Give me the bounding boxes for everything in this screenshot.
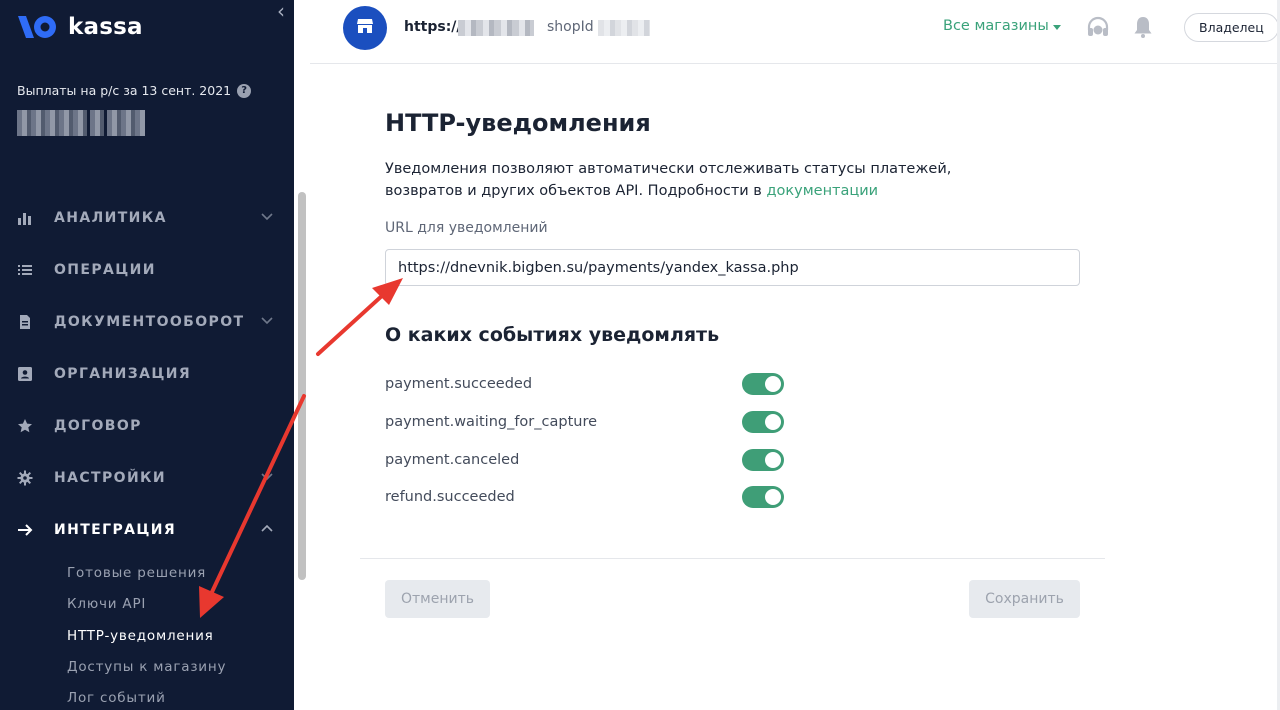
star-icon xyxy=(16,417,34,435)
payout-value-redacted xyxy=(17,110,145,136)
event-label: payment.waiting_for_capture xyxy=(385,414,598,430)
form-divider xyxy=(360,558,1105,559)
sidebar-item-label: ИНТЕГРАЦИЯ xyxy=(54,522,177,538)
bar-chart-icon xyxy=(16,209,34,227)
sidebar: kassa ‹ Выплаты на р/с за 13 сент. 2021 … xyxy=(0,0,310,710)
gear-icon xyxy=(16,469,34,487)
event-toggle[interactable] xyxy=(742,449,784,471)
payout-label: Выплаты на р/с за 13 сент. 2021 ? xyxy=(17,83,252,98)
sidebar-item-label: НАСТРОЙКИ xyxy=(54,470,167,486)
chevron-down-icon[interactable] xyxy=(260,209,274,223)
help-icon[interactable]: ? xyxy=(237,83,252,98)
sidebar-scrollbar-thumb[interactable] xyxy=(298,192,306,580)
sidebar-nav: АНАЛИТИКА ОПЕРАЦИИ ДОКУМЕНТООБОРОТ ОРГАН… xyxy=(0,192,294,556)
main-content: HTTP-уведомления Уведомления позволяют а… xyxy=(310,64,1277,710)
cancel-button[interactable]: Отменить xyxy=(385,580,490,618)
sidebar-item-label: ОПЕРАЦИИ xyxy=(54,262,156,278)
sidebar-item-label: ДОКУМЕНТООБОРОТ xyxy=(54,314,245,330)
role-owner-button[interactable]: Владелец xyxy=(1184,13,1279,42)
store-icon xyxy=(355,16,375,40)
sidebar-item-label: АНАЛИТИКА xyxy=(54,210,167,226)
arrow-right-icon xyxy=(16,521,34,539)
logo[interactable]: kassa xyxy=(16,12,143,42)
event-row-payment-canceled: payment.canceled xyxy=(385,448,785,472)
integration-subnav: Готовые решения Ключи API HTTP-уведомлен… xyxy=(67,558,226,710)
caret-down-icon xyxy=(1052,24,1061,30)
payout-label-text: Выплаты на р/с за 13 сент. 2021 xyxy=(17,83,232,98)
sidebar-item-label: ОРГАНИЗАЦИЯ xyxy=(54,366,192,382)
page-title: HTTP-уведомления xyxy=(385,109,651,137)
subnav-item-api-keys[interactable]: Ключи API xyxy=(67,589,226,620)
document-icon xyxy=(16,313,34,331)
events-section-title: О каких событиях уведомлять xyxy=(385,324,720,346)
event-toggle[interactable] xyxy=(742,411,784,433)
page-description: Уведомления позволяют автоматически отсл… xyxy=(385,158,1025,202)
stores-dropdown-label: Все магазины xyxy=(943,18,1049,34)
shop-url: https:// xyxy=(404,19,462,35)
sidebar-item-integration[interactable]: ИНТЕГРАЦИЯ xyxy=(0,504,294,556)
event-row-payment-waiting-for-capture: payment.waiting_for_capture xyxy=(385,410,785,434)
support-headset-icon[interactable] xyxy=(1085,15,1111,41)
url-field-label: URL для уведомлений xyxy=(385,220,548,236)
event-label: payment.succeeded xyxy=(385,376,533,392)
logo-text: kassa xyxy=(68,14,143,40)
event-label: payment.canceled xyxy=(385,452,520,468)
event-toggle[interactable] xyxy=(742,373,784,395)
subnav-item-ready-solutions[interactable]: Готовые решения xyxy=(67,558,226,589)
event-label: refund.succeeded xyxy=(385,489,515,505)
event-row-payment-succeeded: payment.succeeded xyxy=(385,372,785,396)
sidebar-item-documents[interactable]: ДОКУМЕНТООБОРОТ xyxy=(0,296,294,348)
id-card-icon xyxy=(16,365,34,383)
notification-bell-icon[interactable] xyxy=(1131,15,1155,39)
notification-url-input[interactable] xyxy=(385,249,1080,286)
sidebar-item-organization[interactable]: ОРГАНИЗАЦИЯ xyxy=(0,348,294,400)
subnav-item-http-notifications[interactable]: HTTP-уведомления xyxy=(67,621,226,652)
chevron-down-icon[interactable] xyxy=(260,469,274,483)
sidebar-item-settings[interactable]: НАСТРОЙКИ xyxy=(0,452,294,504)
chevron-up-icon[interactable] xyxy=(260,521,274,535)
stores-dropdown[interactable]: Все магазины xyxy=(943,18,1061,34)
sidebar-item-label: ДОГОВОР xyxy=(54,418,142,434)
shop-id-redacted xyxy=(598,20,650,36)
event-row-refund-succeeded: refund.succeeded xyxy=(385,485,785,509)
sidebar-item-operations[interactable]: ОПЕРАЦИИ xyxy=(0,244,294,296)
subnav-item-event-log[interactable]: Лог событий xyxy=(67,683,226,710)
subnav-item-shop-access[interactable]: Доступы к магазину xyxy=(67,652,226,683)
chevron-down-icon[interactable] xyxy=(260,313,274,327)
collapse-sidebar-icon[interactable]: ‹ xyxy=(272,1,290,21)
event-toggle[interactable] xyxy=(742,486,784,508)
top-header: https:// shopId Все магазины Владелец xyxy=(310,0,1280,64)
shop-id-label: shopId xyxy=(547,19,594,35)
documentation-link[interactable]: документации xyxy=(766,183,878,199)
sidebar-item-analytics[interactable]: АНАЛИТИКА xyxy=(0,192,294,244)
shop-url-redacted xyxy=(458,20,534,36)
list-icon xyxy=(16,261,34,279)
save-button[interactable]: Сохранить xyxy=(969,580,1080,618)
kassa-logo-icon xyxy=(16,12,60,42)
shop-avatar[interactable] xyxy=(343,6,387,50)
sidebar-item-contract[interactable]: ДОГОВОР xyxy=(0,400,294,452)
